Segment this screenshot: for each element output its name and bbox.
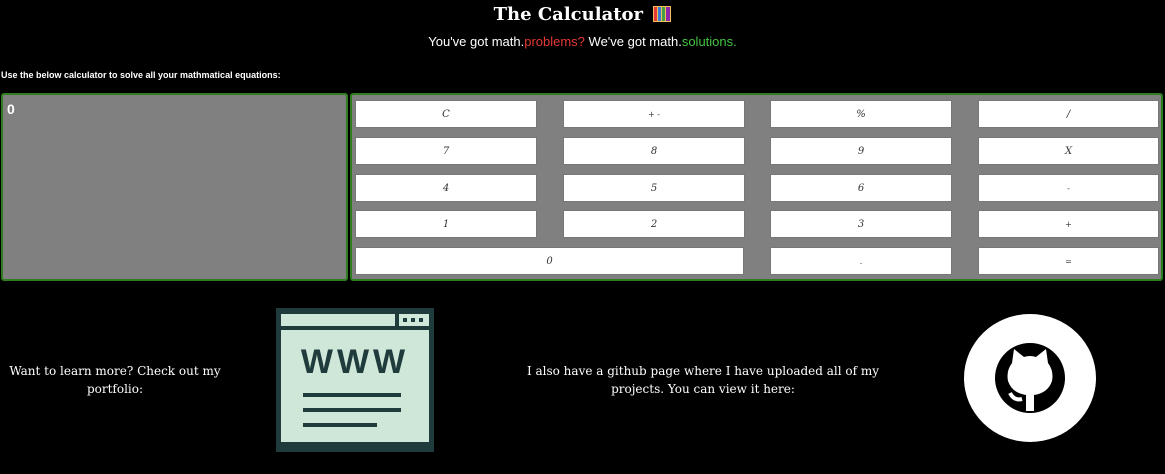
plus-button[interactable]: + xyxy=(978,210,1159,238)
www-label: WWW xyxy=(301,343,409,381)
tagline-part: You've got math. xyxy=(428,34,525,49)
clear-button[interactable]: C xyxy=(355,100,537,128)
digit-6-button[interactable]: 6 xyxy=(770,174,952,202)
digit-0-button[interactable]: 0 xyxy=(355,247,744,275)
tagline-solutions: solutions. xyxy=(681,34,737,49)
tagline-part: We've got math. xyxy=(584,34,682,49)
digit-2-button[interactable]: 2 xyxy=(563,210,745,238)
tagline: You've got math.problems? We've got math… xyxy=(0,34,1165,49)
equals-button[interactable]: = xyxy=(978,247,1159,275)
github-octocat-icon[interactable] xyxy=(962,313,1098,443)
calculator-keypad: C + - % / 7 8 9 X 4 5 6 - 1 2 3 + 0 . = xyxy=(350,93,1163,281)
tagline-problems: problems? xyxy=(524,34,585,49)
display-value: 0 xyxy=(7,101,15,117)
calculator-display: 0 xyxy=(1,93,348,281)
digit-8-button[interactable]: 8 xyxy=(563,137,745,165)
divide-button[interactable]: / xyxy=(978,100,1159,128)
digit-4-button[interactable]: 4 xyxy=(355,174,537,202)
digit-1-button[interactable]: 1 xyxy=(355,210,537,238)
www-browser-icon[interactable]: WWW xyxy=(276,308,434,452)
decimal-button[interactable]: . xyxy=(770,247,952,275)
percent-button[interactable]: % xyxy=(770,100,952,128)
digit-7-button[interactable]: 7 xyxy=(355,137,537,165)
books-icon xyxy=(653,6,672,22)
github-text: I also have a github page where I have u… xyxy=(526,364,880,396)
multiply-button[interactable]: X xyxy=(978,137,1159,165)
minus-button[interactable]: - xyxy=(978,174,1159,202)
portfolio-text: Want to learn more? Check out my portfol… xyxy=(9,364,221,396)
plus-minus-button[interactable]: + - xyxy=(563,100,745,128)
page-title: The Calculator xyxy=(0,4,1165,25)
digit-3-button[interactable]: 3 xyxy=(770,210,952,238)
instructions-text: Use the below calculator to solve all yo… xyxy=(1,70,281,80)
digit-5-button[interactable]: 5 xyxy=(563,174,745,202)
digit-9-button[interactable]: 9 xyxy=(770,137,952,165)
title-text: The Calculator xyxy=(493,4,644,25)
